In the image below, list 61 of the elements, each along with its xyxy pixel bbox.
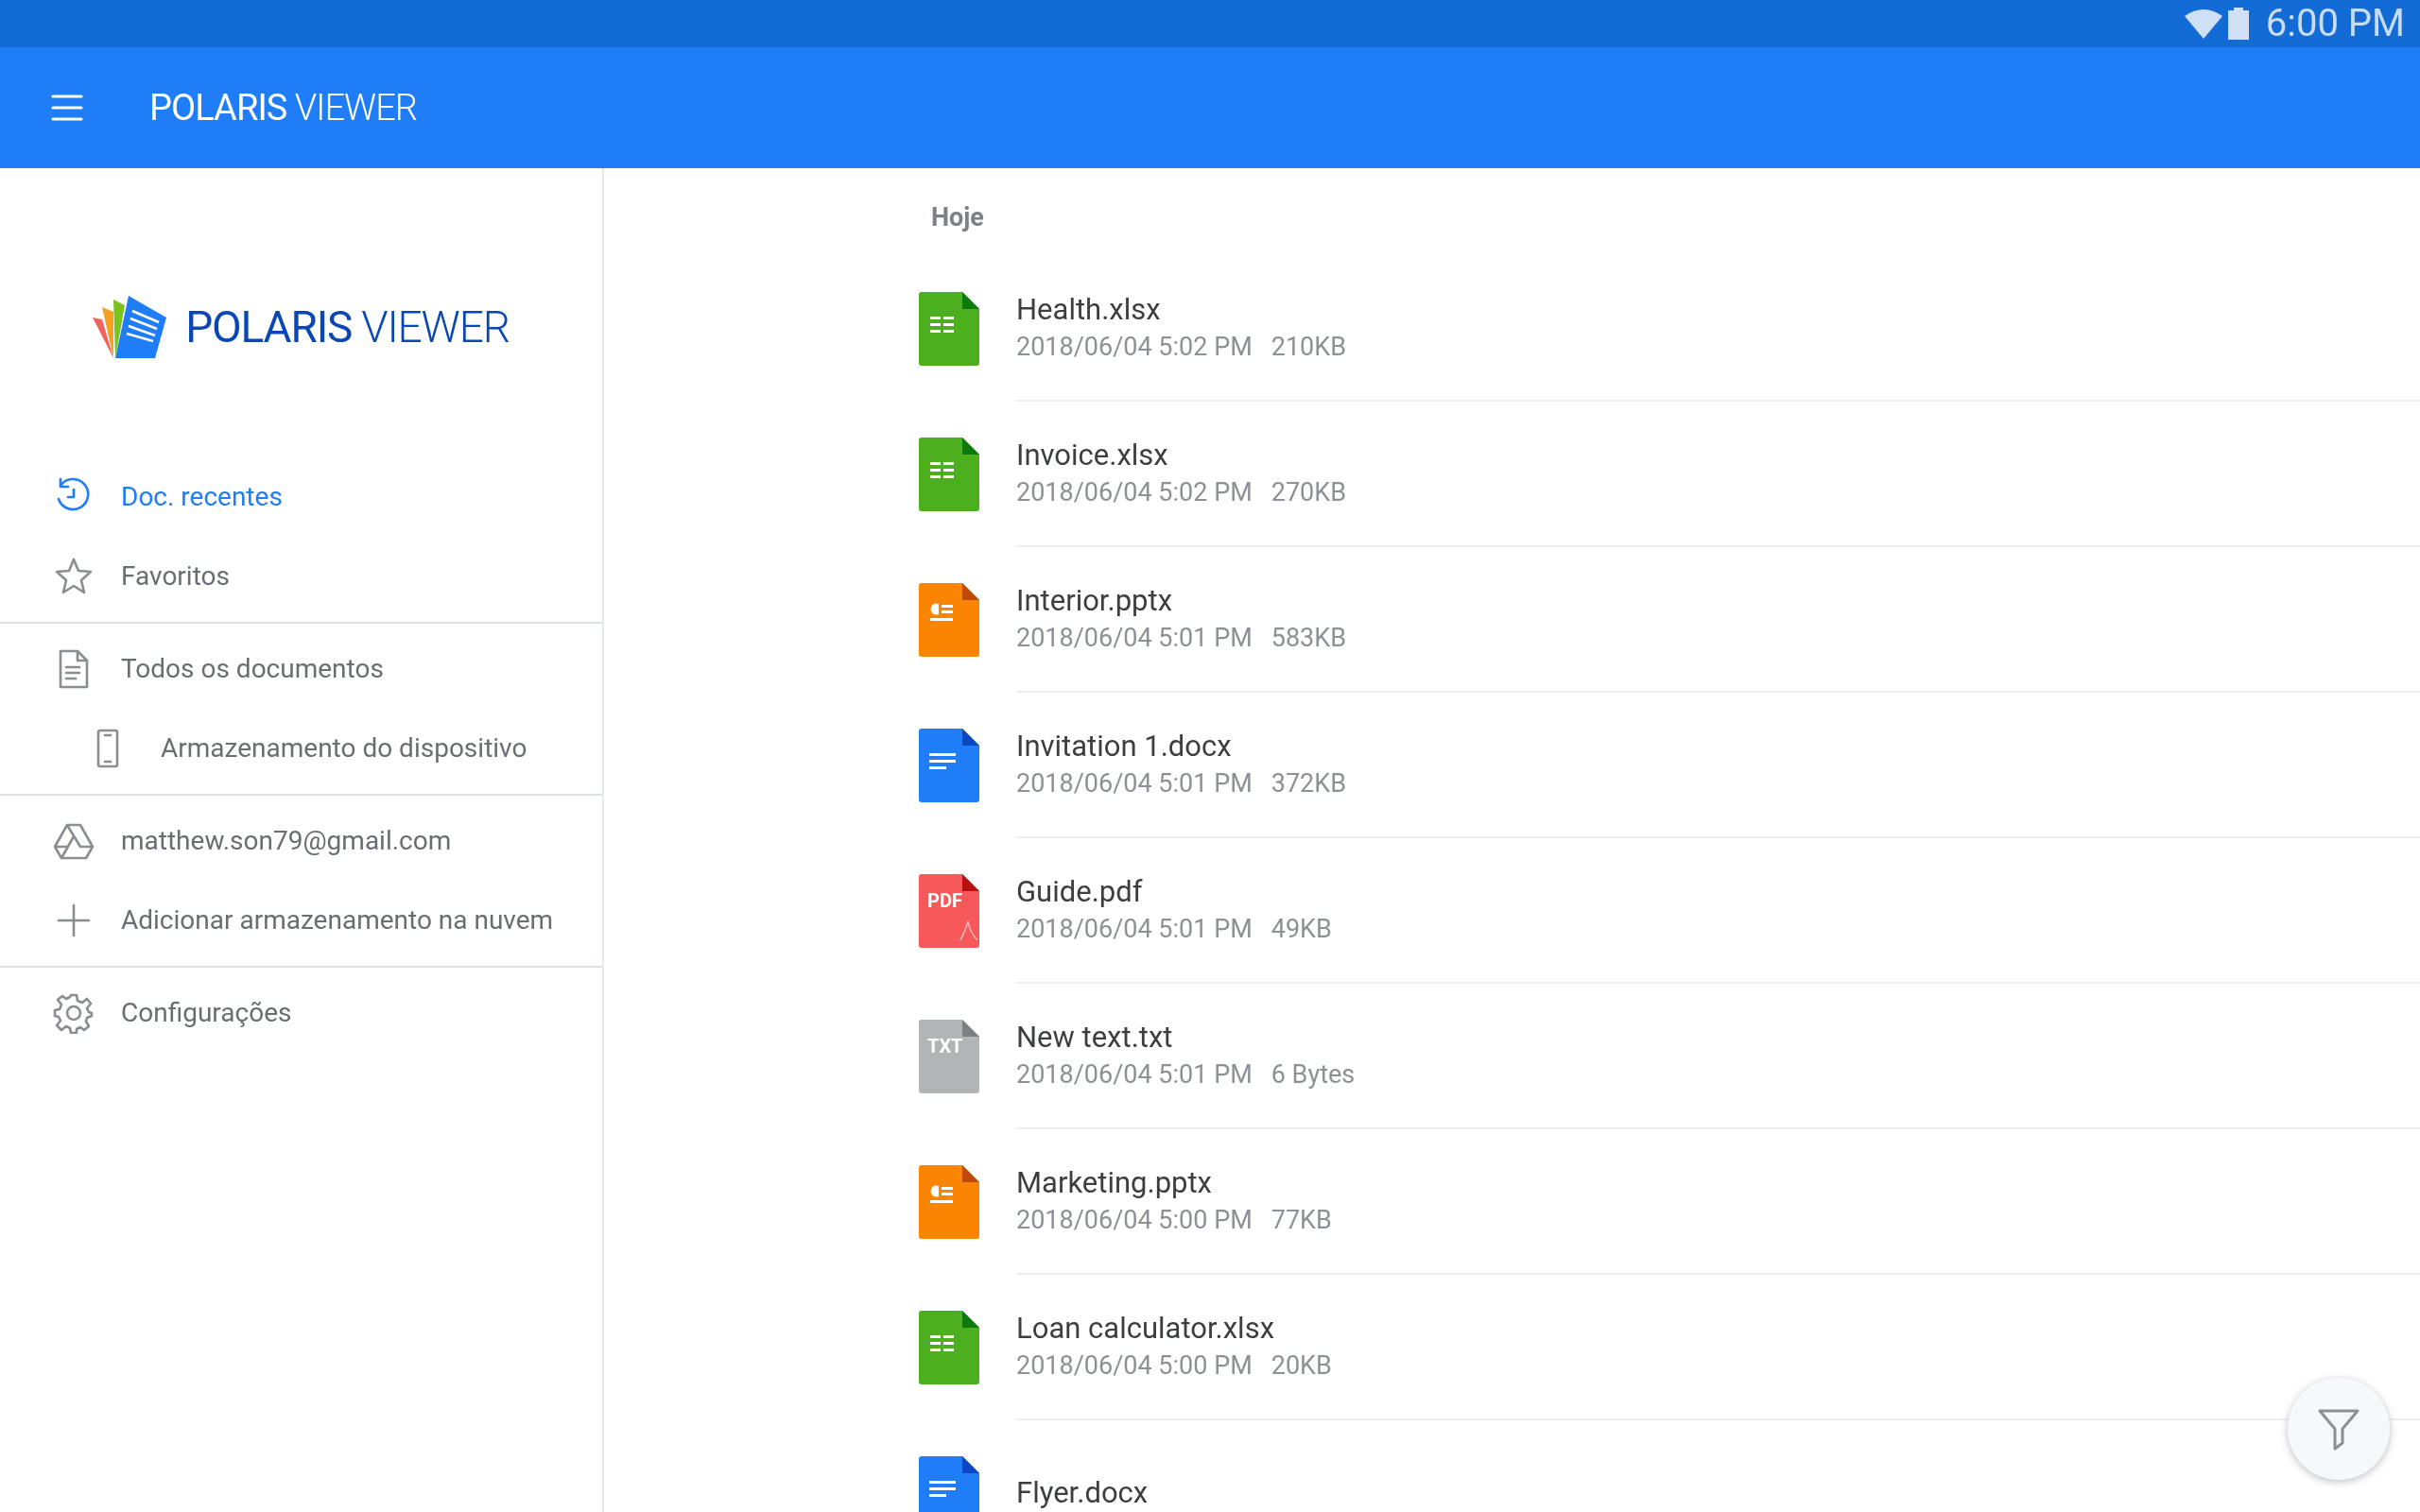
nav-item[interactable]: Armazenamento do dispositivo xyxy=(0,709,602,788)
app-title: POLARIS VIEWER xyxy=(149,85,418,130)
document-file-icon xyxy=(919,728,979,802)
file-type-label: TXT xyxy=(927,1036,963,1056)
file-row[interactable]: Health.xlsx 2018/06/04 5:02 PM 210KB xyxy=(604,255,2420,402)
nav-item[interactable]: Favoritos xyxy=(0,537,602,616)
file-name: New text.txt xyxy=(1016,1018,1173,1057)
file-name: Invitation 1.docx xyxy=(1016,727,1232,765)
file-date: 2018/06/04 5:01 PM xyxy=(1016,1057,1253,1091)
menu-button[interactable] xyxy=(51,94,85,122)
file-size: 210KB xyxy=(1270,330,1347,364)
presentation-file-icon xyxy=(919,582,979,657)
file-size: 77KB xyxy=(1270,1203,1332,1237)
file-size: 49KB xyxy=(1270,912,1332,946)
file-row[interactable]: Invoice.xlsx 2018/06/04 5:02 PM 270KB xyxy=(604,401,2420,547)
logo-text: POLARIS VIEWER xyxy=(185,300,510,354)
file-date: 2018/06/04 5:00 PM xyxy=(1016,1349,1253,1383)
spreadsheet-file-icon xyxy=(919,291,979,366)
spreadsheet-file-icon xyxy=(919,1310,979,1384)
clock-time: 6:00 PM xyxy=(2265,5,2405,43)
file-size: 6 Bytes xyxy=(1270,1057,1356,1091)
filter-button[interactable] xyxy=(2288,1378,2390,1480)
file-size: 372KB xyxy=(1270,766,1347,800)
wifi-icon xyxy=(2184,9,2222,39)
text-file-icon xyxy=(919,1019,979,1093)
nav-item[interactable]: Adicionar armazenamento na nuvem xyxy=(0,881,602,960)
file-date: 2018/06/04 5:01 PM xyxy=(1016,766,1253,800)
file-row[interactable]: Invitation 1.docx 2018/06/04 5:01 PM 372KB xyxy=(604,692,2420,838)
file-size: 270KB xyxy=(1270,475,1347,509)
filter-icon xyxy=(2317,1407,2360,1451)
file-name: Interior.pptx xyxy=(1016,581,1172,620)
nav-item[interactable]: Todos os documentos xyxy=(0,629,602,709)
nav-item[interactable]: Configurações xyxy=(0,973,602,1053)
file-date: 2018/06/04 5:02 PM xyxy=(1016,330,1253,364)
file-name: Marketing.pptx xyxy=(1016,1163,1212,1202)
file-name: Loan calculator.xlsx xyxy=(1016,1309,1275,1348)
file-name: Invoice.xlsx xyxy=(1016,436,1168,474)
menu-icon xyxy=(51,94,83,121)
file-row[interactable]: Flyer.docx xyxy=(604,1419,2420,1512)
presentation-file-icon xyxy=(919,1164,979,1239)
file-date: 2018/06/04 5:00 PM xyxy=(1016,1203,1253,1237)
section-header: Hoje xyxy=(931,201,984,234)
file-row[interactable]: PDF Guide.pdf 2018/06/04 5:01 PM 49KB xyxy=(604,837,2420,984)
file-name: Health.xlsx xyxy=(1016,290,1161,329)
file-name: Flyer.docx xyxy=(1016,1473,1149,1512)
file-size: 583KB xyxy=(1270,621,1347,655)
file-name: Guide.pdf xyxy=(1016,872,1143,911)
file-row[interactable]: Interior.pptx 2018/06/04 5:01 PM 583KB xyxy=(604,546,2420,693)
file-row[interactable]: TXT New text.txt 2018/06/04 5:01 PM 6 Bytes xyxy=(604,983,2420,1129)
file-date: 2018/06/04 5:01 PM xyxy=(1016,621,1253,655)
settings-icon xyxy=(53,992,95,1034)
document-file-icon xyxy=(919,1455,979,1512)
pdf-file-icon xyxy=(919,873,979,948)
file-row[interactable]: Marketing.pptx 2018/06/04 5:00 PM 77KB xyxy=(604,1128,2420,1275)
file-type-label: PDF xyxy=(927,890,962,910)
file-date: 2018/06/04 5:02 PM xyxy=(1016,475,1253,509)
file-size: 20KB xyxy=(1270,1349,1332,1383)
file-date: 2018/06/04 5:01 PM xyxy=(1016,912,1253,946)
nav-item[interactable]: matthew.son79@gmail.com xyxy=(0,801,602,881)
spreadsheet-file-icon xyxy=(919,437,979,511)
battery-icon xyxy=(2227,8,2249,40)
